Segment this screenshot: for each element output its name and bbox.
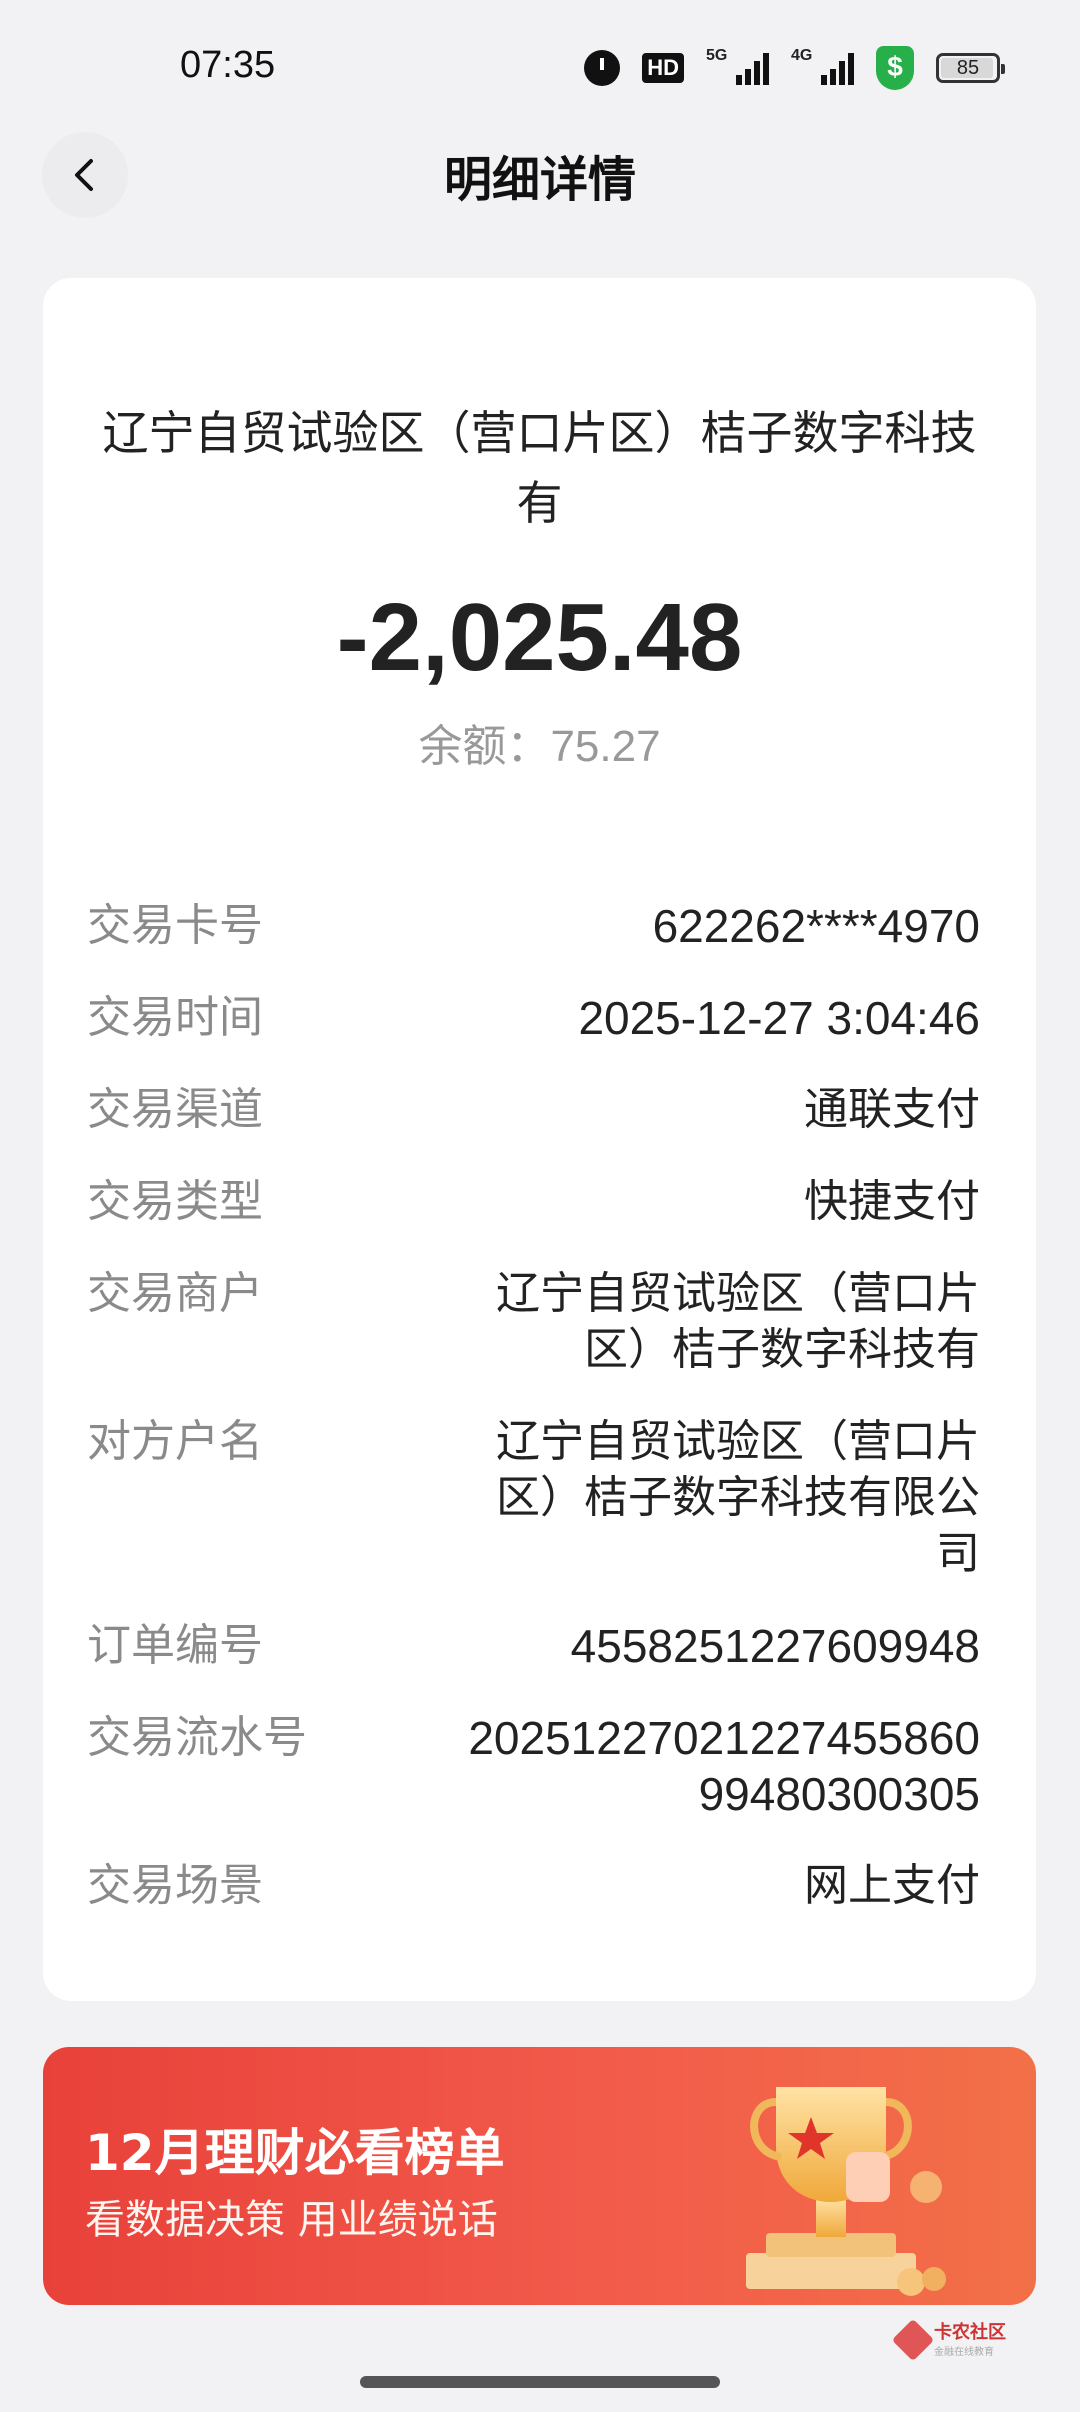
battery-icon: 85 [936, 53, 1005, 83]
home-indicator[interactable] [360, 2376, 720, 2388]
balance-label: 余额： [418, 721, 551, 772]
detail-row-type: 交易类型 快捷支付 [87, 1174, 980, 1230]
alarm-icon [584, 50, 621, 86]
detail-list: 交易卡号 622262****4970 交易时间 2025-12-27 3:04… [87, 898, 980, 1950]
transaction-detail-card: 辽宁自贸试验区（营口片区）桔子数字科技有 -2,025.48 余额：75.27 … [43, 278, 1036, 2001]
detail-label: 交易流水号 [87, 1712, 307, 1763]
detail-row-channel: 交易渠道 通联支付 [87, 1082, 980, 1138]
detail-row-merchant: 交易商户 辽宁自贸试验区（营口片区）桔子数字科技有 [87, 1266, 980, 1378]
detail-value: 通联支付 [804, 1084, 980, 1135]
detail-row-time: 交易时间 2025-12-27 3:04:46 [87, 990, 980, 1046]
detail-row-card-number: 交易卡号 622262****4970 [87, 898, 980, 954]
detail-value: 2025122702122745586099480300305 [468, 1712, 980, 1820]
balance-value: 75.27 [550, 722, 661, 771]
detail-value: 辽宁自贸试验区（营口片区）桔子数字科技有 [496, 1268, 980, 1375]
transaction-amount: -2,025.48 [336, 584, 743, 691]
hd-voice-icon: HD [642, 53, 684, 83]
watermark-subtext: 金融在线教育 [934, 2346, 994, 2358]
balance-line: 余额：75.27 [43, 710, 1036, 774]
detail-row-counterparty: 对方户名 辽宁自贸试验区（营口片区）桔子数字科技有限公司 [87, 1414, 980, 1582]
detail-row-order-number: 订单编号 4558251227609948 [87, 1618, 980, 1674]
nav-bar: 明细详情 [0, 130, 1080, 230]
promo-banner[interactable]: 12月理财必看榜单 看数据决策 用业绩说话 [43, 2047, 1036, 2305]
signal-5g-icon: 5G [706, 47, 769, 85]
merchant-name: 辽宁自贸试验区（营口片区）桔子数字科技有 [102, 406, 977, 530]
detail-row-serial-number: 交易流水号 2025122702122745586099480300305 [87, 1710, 980, 1822]
detail-value: 网上支付 [804, 1860, 980, 1911]
detail-label: 交易时间 [87, 992, 263, 1043]
trophy-icon [746, 2087, 946, 2296]
detail-value: 快捷支付 [804, 1176, 980, 1227]
banner-subtitle: 看数据决策 用业绩说话 [85, 2197, 498, 2243]
detail-label: 交易渠道 [87, 1084, 263, 1135]
watermark-logo [891, 2318, 935, 2362]
detail-label: 对方户名 [87, 1416, 263, 1467]
detail-label: 订单编号 [87, 1620, 263, 1671]
detail-value: 2025-12-27 3:04:46 [578, 992, 980, 1044]
security-shield-icon: $ [876, 46, 914, 90]
detail-value: 622262****4970 [652, 900, 980, 952]
signal-4g-icon: 4G [791, 47, 854, 85]
status-icons: HD 5G 4G $ 85 [584, 44, 1005, 92]
detail-label: 交易场景 [87, 1860, 263, 1911]
detail-label: 交易类型 [87, 1176, 263, 1227]
banner-title: 12月理财必看榜单 [85, 2124, 505, 2182]
status-time: 07:35 [180, 44, 276, 86]
battery-level: 85 [956, 56, 980, 79]
watermark: 卡农社区 金融在线教育 [891, 2318, 1028, 2362]
detail-row-scene: 交易场景 网上支付 [87, 1858, 980, 1914]
page-title: 明细详情 [443, 152, 636, 208]
detail-value: 辽宁自贸试验区（营口片区）桔子数字科技有限公司 [496, 1416, 980, 1579]
detail-label: 交易商户 [87, 1268, 263, 1319]
watermark-text: 卡农社区 [934, 2321, 1006, 2343]
detail-value: 4558251227609948 [570, 1620, 980, 1672]
status-bar: 07:35 HD 5G 4G $ 85 [0, 0, 1080, 130]
detail-label: 交易卡号 [87, 900, 263, 951]
